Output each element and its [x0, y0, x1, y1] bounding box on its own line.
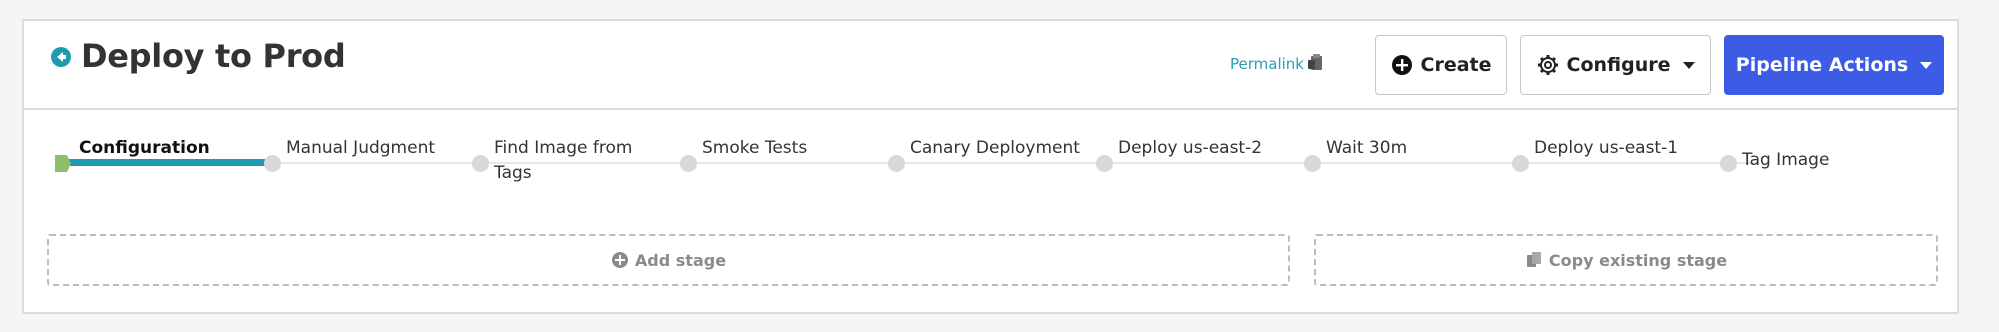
- stage-label: Manual Judgment: [286, 138, 436, 158]
- plus-circle-icon: [1391, 55, 1412, 75]
- stage-label: Tag Image: [1742, 150, 1830, 170]
- copy-existing-stage-button[interactable]: Copy existing stage: [1314, 234, 1938, 286]
- back-arrow-icon[interactable]: [50, 46, 72, 68]
- pipeline-actions-button[interactable]: Pipeline Actions: [1724, 35, 1944, 95]
- stage-dot: [1720, 155, 1737, 172]
- stage-dot: [1096, 155, 1113, 172]
- stage-dot: [1512, 155, 1529, 172]
- pipeline-header: Deploy to Prod Permalink Create Configur…: [24, 21, 1957, 110]
- plus-circle-icon: [611, 252, 628, 268]
- pipeline-panel: Deploy to Prod Permalink Create Configur…: [22, 19, 1959, 314]
- stage-label: Deploy us-east-1: [1534, 138, 1679, 158]
- add-stage-label: Add stage: [634, 250, 727, 270]
- permalink-link[interactable]: Permalink: [1230, 55, 1304, 73]
- configure-button-label: Configure: [1566, 54, 1671, 76]
- stage-dot: [680, 155, 697, 172]
- stage-dot: [472, 155, 489, 172]
- stage-dot: [888, 155, 905, 172]
- stage-dot: [1304, 155, 1321, 172]
- stage-label: Deploy us-east-2: [1118, 138, 1263, 158]
- pipeline-actions-label: Pipeline Actions: [1735, 54, 1909, 76]
- copy-icon: [1526, 252, 1541, 267]
- create-button[interactable]: Create: [1375, 35, 1507, 95]
- page-title: Deploy to Prod: [81, 37, 346, 75]
- stage-label: Find Image from Tags: [494, 138, 633, 183]
- add-stage-button[interactable]: Add stage: [47, 234, 1290, 286]
- pipeline-track: [56, 162, 1756, 164]
- stage-label: Wait 30m: [1326, 138, 1408, 158]
- stage-label: Canary Deployment: [910, 138, 1080, 158]
- configure-button[interactable]: Configure: [1520, 35, 1711, 95]
- copy-existing-stage-label: Copy existing stage: [1548, 250, 1728, 270]
- configuration-marker-icon: [55, 155, 71, 172]
- stage-label: Configuration: [79, 138, 210, 158]
- clipboard-icon[interactable]: [1306, 52, 1326, 72]
- pipeline-graph: Configuration Manual Judgment Find Image…: [24, 110, 1957, 220]
- chevron-down-icon: [1682, 61, 1695, 69]
- chevron-down-icon: [1920, 61, 1933, 69]
- gear-icon: [1537, 55, 1558, 75]
- stage-dot: [264, 155, 281, 172]
- stage-label: Smoke Tests: [702, 138, 808, 158]
- create-button-label: Create: [1420, 54, 1492, 76]
